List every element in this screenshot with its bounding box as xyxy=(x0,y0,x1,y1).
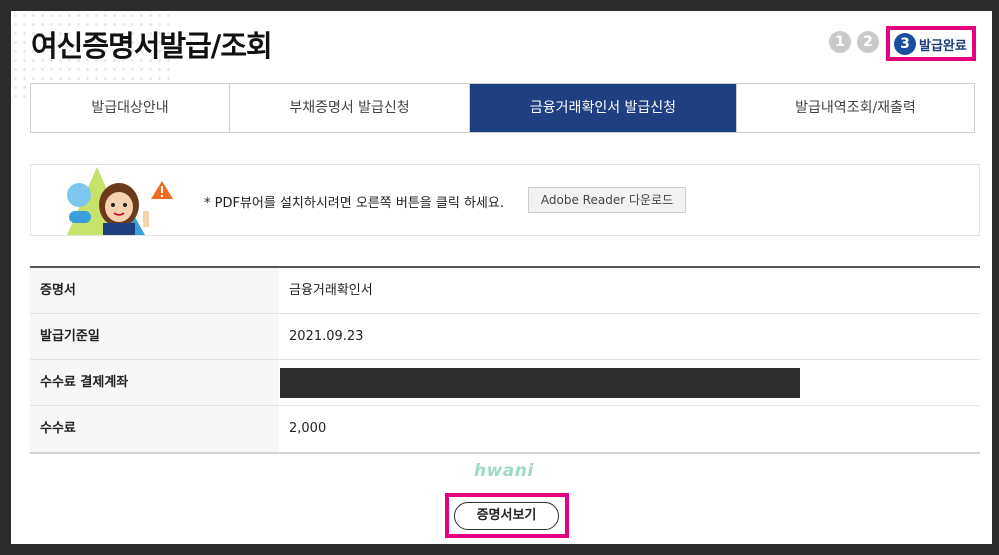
step-1-circle: 1 xyxy=(829,31,851,53)
tab-financial-transaction-confirmation[interactable]: 금융거래확인서 발급신청 xyxy=(470,84,737,132)
row-label-issue-date: 발급기준일 xyxy=(30,314,279,359)
row-label-certificate: 증명서 xyxy=(30,268,279,313)
main-panel: 여신증명서발급/조회 1 2 3 발급완료 발급대상안내 부채증명서 발급신청 … xyxy=(11,11,992,544)
table-row: 수수료 결제계좌 xyxy=(30,360,980,406)
tab-issue-history[interactable]: 발급내역조회/재출력 xyxy=(737,84,974,132)
table-row: 수수료 2,000 xyxy=(30,406,980,452)
certificate-info-table: 증명서 금융거래확인서 발급기준일 2021.09.23 수수료 결제계좌 수수… xyxy=(30,266,980,454)
step-3-circle: 3 xyxy=(894,33,916,55)
row-label-fee-account: 수수료 결제계좌 xyxy=(30,360,279,405)
adobe-reader-download-button[interactable]: Adobe Reader 다운로드 xyxy=(528,187,686,213)
watermark: hwani xyxy=(474,461,534,481)
redacted-account-number xyxy=(280,368,800,398)
step-3-highlight: 3 발급완료 xyxy=(886,26,976,61)
row-label-fee: 수수료 xyxy=(30,406,279,452)
step-2-circle: 2 xyxy=(857,31,879,53)
guide-character-illustration xyxy=(67,167,173,235)
tab-debt-certificate[interactable]: 부채증명서 발급신청 xyxy=(230,84,470,132)
row-value-certificate: 금융거래확인서 xyxy=(289,283,373,298)
row-value-fee: 2,000 xyxy=(289,421,327,436)
step-3-label: 발급완료 xyxy=(919,39,967,54)
table-row: 발급기준일 2021.09.23 xyxy=(30,314,980,360)
table-row: 증명서 금융거래확인서 xyxy=(30,268,980,314)
tab-issue-guide[interactable]: 발급대상안내 xyxy=(31,84,230,132)
page-title: 여신증명서발급/조회 xyxy=(31,29,273,63)
view-certificate-highlight: 증명서보기 xyxy=(445,493,569,538)
view-certificate-button[interactable]: 증명서보기 xyxy=(454,502,559,530)
pdf-notice-box: * PDF뷰어를 설치하시려면 오른쪽 버튼을 클릭 하세요. Adobe Re… xyxy=(30,164,980,236)
pdf-notice-text: * PDF뷰어를 설치하시려면 오른쪽 버튼을 클릭 하세요. xyxy=(204,196,504,211)
row-value-issue-date: 2021.09.23 xyxy=(289,329,364,344)
tab-bar: 발급대상안내 부채증명서 발급신청 금융거래확인서 발급신청 발급내역조회/재출… xyxy=(30,83,975,133)
